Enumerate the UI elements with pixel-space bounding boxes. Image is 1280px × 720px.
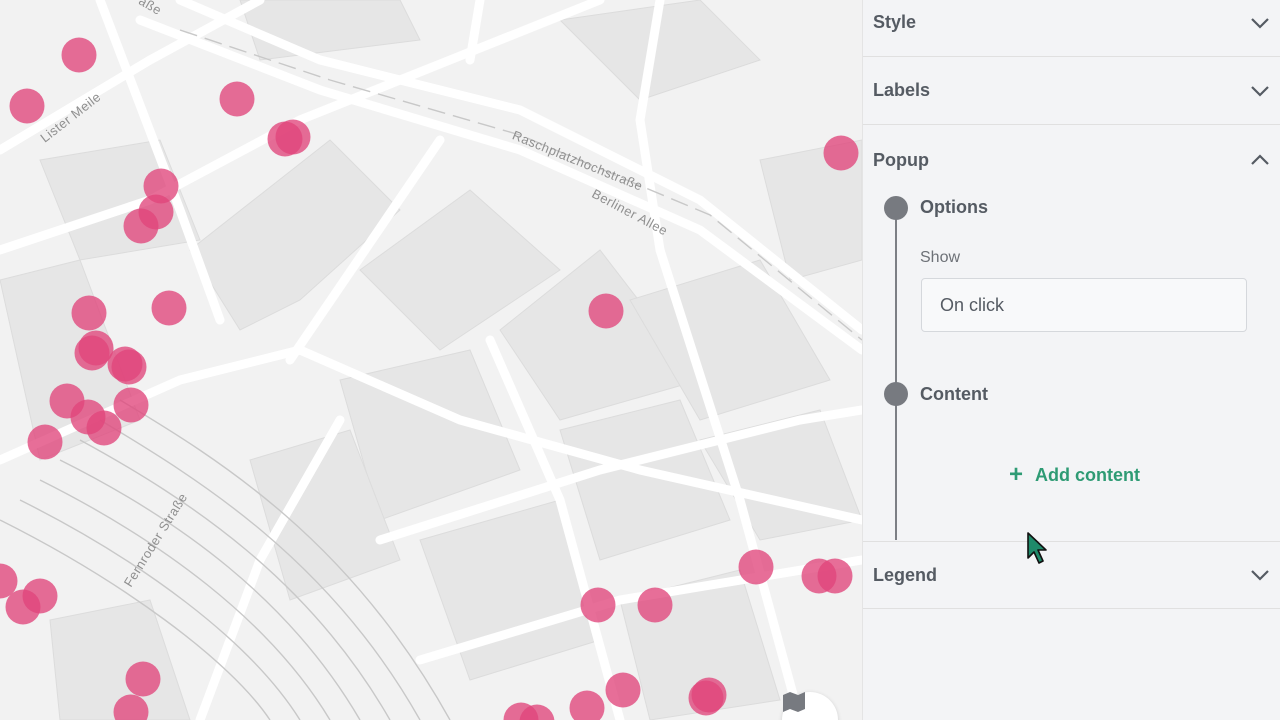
content-step-dot bbox=[884, 382, 908, 406]
step-connector bbox=[895, 404, 897, 540]
map-point-marker[interactable] bbox=[580, 587, 616, 623]
map-point-marker[interactable] bbox=[637, 587, 673, 623]
chevron-up-icon[interactable] bbox=[1249, 149, 1271, 171]
map-point-marker[interactable] bbox=[74, 335, 110, 371]
map-view[interactable]: aße Lister Meile Raschplatzhochstraße Be… bbox=[0, 0, 862, 720]
map-point-marker[interactable] bbox=[569, 690, 605, 720]
section-style-header[interactable]: Style bbox=[863, 0, 1280, 57]
map-point-marker[interactable] bbox=[9, 88, 45, 124]
add-content-button[interactable]: + Add content bbox=[1009, 462, 1140, 488]
map-point-marker[interactable] bbox=[113, 387, 149, 423]
content-step-label: Content bbox=[920, 384, 988, 404]
map-point-marker[interactable] bbox=[219, 81, 255, 117]
section-style-title: Style bbox=[873, 12, 917, 32]
map-point-marker[interactable] bbox=[688, 680, 724, 716]
plus-icon: + bbox=[1009, 461, 1024, 488]
map-point-marker[interactable] bbox=[86, 410, 122, 446]
map-point-marker[interactable] bbox=[817, 558, 853, 594]
map-point-marker[interactable] bbox=[125, 661, 161, 697]
section-labels-header[interactable]: Labels bbox=[863, 57, 1280, 125]
add-content-label: Add content bbox=[1035, 464, 1141, 485]
show-field-label: Show bbox=[920, 249, 961, 266]
section-legend-header[interactable]: Legend bbox=[863, 541, 1280, 609]
map-point-marker[interactable] bbox=[61, 37, 97, 73]
step-connector bbox=[895, 218, 897, 388]
map-point-marker[interactable] bbox=[71, 295, 107, 331]
map-point-marker[interactable] bbox=[151, 290, 187, 326]
map-point-marker[interactable] bbox=[738, 549, 774, 585]
map-point-marker[interactable] bbox=[111, 349, 147, 385]
map-point-marker[interactable] bbox=[588, 293, 624, 329]
section-labels-title: Labels bbox=[873, 80, 931, 100]
options-step-label: Options bbox=[920, 197, 988, 217]
chevron-down-icon[interactable] bbox=[1249, 12, 1271, 34]
map-point-marker[interactable] bbox=[113, 694, 149, 720]
map-point-marker[interactable] bbox=[27, 424, 63, 460]
mouse-cursor-icon bbox=[1027, 532, 1049, 573]
map-points-layer bbox=[0, 37, 859, 720]
section-legend-title: Legend bbox=[873, 564, 938, 585]
show-select[interactable]: On click bbox=[921, 278, 1247, 332]
chevron-down-icon[interactable] bbox=[1249, 564, 1271, 586]
map-point-marker[interactable] bbox=[823, 135, 859, 171]
show-select-value: On click bbox=[940, 294, 1005, 315]
map-point-marker[interactable] bbox=[5, 589, 41, 625]
section-popup-header[interactable]: Popup bbox=[863, 126, 1280, 194]
map-point-marker[interactable] bbox=[605, 672, 641, 708]
settings-panel: Style Labels Popup Options Show On click… bbox=[862, 0, 1280, 720]
map-point-marker[interactable] bbox=[123, 208, 159, 244]
section-popup-title: Popup bbox=[873, 149, 929, 170]
chevron-down-icon[interactable] bbox=[1249, 80, 1271, 102]
options-step-dot bbox=[884, 196, 908, 220]
map-point-marker[interactable] bbox=[275, 119, 311, 155]
